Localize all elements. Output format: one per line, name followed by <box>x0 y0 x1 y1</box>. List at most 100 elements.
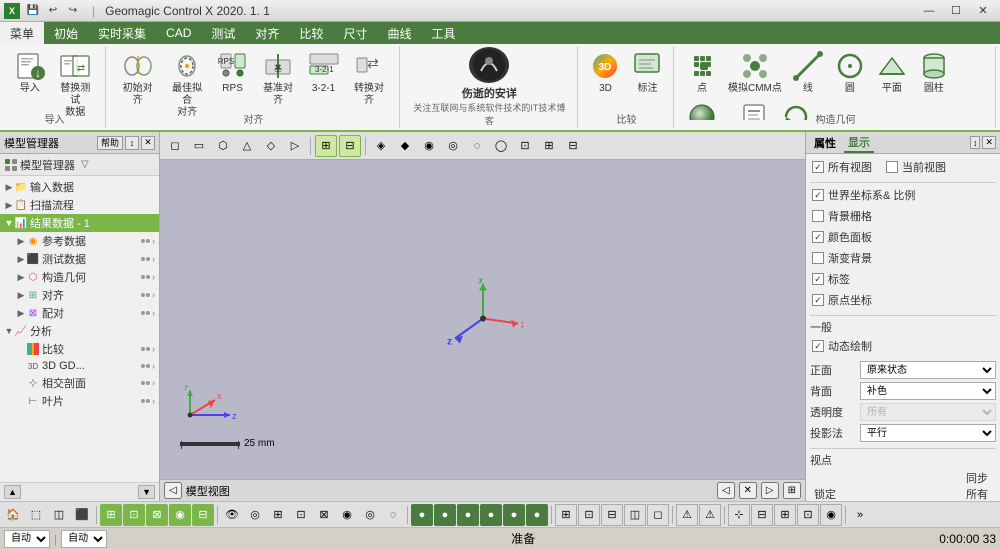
bt-g1[interactable]: ⊞ <box>100 504 122 526</box>
canvas-nav-x[interactable]: ✕ <box>739 482 757 499</box>
bt-measure2[interactable]: ⊟ <box>751 504 773 526</box>
bt-g4[interactable]: ◉ <box>169 504 191 526</box>
init-align-btn[interactable]: 初始对齐 <box>114 48 161 109</box>
color-panel-check[interactable] <box>812 231 824 243</box>
bt-w3[interactable]: ⊟ <box>601 504 623 526</box>
right-close-btn[interactable]: ✕ <box>982 136 996 149</box>
bt-view1-btn[interactable]: ⬚ <box>25 504 47 526</box>
panel-help-btn[interactable]: 帮助 <box>97 136 123 150</box>
bt-warn2[interactable]: ⚠ <box>699 504 721 526</box>
maximize-btn[interactable]: ☐ <box>943 2 969 20</box>
tree-cross-section[interactable]: ⊹ 相交剖面 › <box>0 374 159 392</box>
scroll-up-btn[interactable]: ▲ <box>4 485 21 499</box>
bt-green2[interactable]: ● <box>434 504 456 526</box>
lasso-btn[interactable]: ◉ <box>418 135 440 157</box>
bt-more[interactable]: » <box>849 504 871 526</box>
tab-properties[interactable]: 属性 <box>810 134 840 152</box>
tab-display[interactable]: 显示 <box>844 133 874 153</box>
mode-select-1[interactable]: 自动 <box>4 530 50 548</box>
tree-3dgd[interactable]: 3D 3D GD... › <box>0 358 159 374</box>
canvas-nav-next[interactable]: ▷ <box>761 482 779 499</box>
bt-measure3[interactable]: ⊞ <box>774 504 796 526</box>
world-coords-check[interactable] <box>812 189 824 201</box>
bt-warn1[interactable]: ⚠ <box>676 504 698 526</box>
bt-eye2[interactable]: ◎ <box>244 504 266 526</box>
menu-item-tools[interactable]: 工具 <box>421 22 465 44</box>
bt-w2[interactable]: ⊡ <box>578 504 600 526</box>
canvas-expand-btn[interactable]: ◁ <box>164 482 182 499</box>
select2-btn[interactable]: ◆ <box>394 135 416 157</box>
bt-green1[interactable]: ● <box>411 504 433 526</box>
circle-btn[interactable]: 圆 <box>830 48 870 97</box>
tree-result-1[interactable]: ▼ 📊 结果数据 - 1 <box>0 214 159 232</box>
menu-item-dimension[interactable]: 尺寸 <box>333 22 377 44</box>
menu-item-align[interactable]: 对齐 <box>245 22 289 44</box>
cmm-point-btn[interactable]: 模拟CMM点 <box>724 48 786 97</box>
bt-g3[interactable]: ⊠ <box>146 504 168 526</box>
rect-cross-btn[interactable]: ⊞ <box>538 135 560 157</box>
circle-sel-btn[interactable]: ◎ <box>442 135 464 157</box>
select1-btn[interactable]: ◈ <box>370 135 392 157</box>
menu-item-initial[interactable]: 初始 <box>44 22 88 44</box>
canvas-settings[interactable]: ⊞ <box>783 482 801 499</box>
bt-g2[interactable]: ⊡ <box>123 504 145 526</box>
tree-scan-flow[interactable]: ▶ 📋 扫描流程 <box>0 196 159 214</box>
freehand-btn[interactable]: ◌ <box>466 135 488 157</box>
tree-test-data[interactable]: ▶ ⬛ 测试数据 › <box>0 250 159 268</box>
mode-select-2[interactable]: 自动 <box>61 530 107 548</box>
triangle-btn[interactable]: △ <box>236 135 258 157</box>
bt-w4[interactable]: ◫ <box>624 504 646 526</box>
bt-view3-btn[interactable]: ⬛ <box>71 504 93 526</box>
current-view-check[interactable] <box>886 161 898 173</box>
compare-3d-btn[interactable]: 3D 3D <box>585 48 625 97</box>
menu-item-cad[interactable]: CAD <box>156 22 201 44</box>
inv-sel-btn[interactable]: ⊟ <box>562 135 584 157</box>
dynamic-draw-check[interactable] <box>812 340 824 352</box>
polygon-btn[interactable]: ⬡ <box>212 135 234 157</box>
back-face-select[interactable]: 补色 <box>860 382 996 400</box>
bt-green3[interactable]: ● <box>457 504 479 526</box>
bg-grid-check[interactable] <box>812 210 824 222</box>
bt-home-btn[interactable]: 🏠 <box>2 504 24 526</box>
bt-measure1[interactable]: ⊹ <box>728 504 750 526</box>
cylinder-btn[interactable]: 圆柱 <box>914 48 954 97</box>
rect-select-btn[interactable]: ◻ <box>164 135 186 157</box>
tree-blade[interactable]: ⊢ 叶片 › <box>0 392 159 410</box>
bt-eye8[interactable]: ◌ <box>382 504 404 526</box>
panel-close-btn[interactable]: ✕ <box>141 136 155 150</box>
origin-check[interactable] <box>812 294 824 306</box>
bt-eye3[interactable]: ⊞ <box>267 504 289 526</box>
point-btn[interactable]: 点 <box>682 48 722 97</box>
plane-btn[interactable]: 平面 <box>872 48 912 97</box>
undo-btn[interactable]: ↩ <box>44 3 62 19</box>
menu-item-compare[interactable]: 比较 <box>289 22 333 44</box>
bt-eye6[interactable]: ◉ <box>336 504 358 526</box>
all-views-check[interactable] <box>812 161 824 173</box>
bt-eye4[interactable]: ⊡ <box>290 504 312 526</box>
arrow-btn[interactable]: ▷ <box>284 135 306 157</box>
321-btn[interactable]: 3-2-1 3-2-1 <box>304 48 344 97</box>
tree-input-data[interactable]: ▶ 📁 输入数据 <box>0 178 159 196</box>
bt-measure5[interactable]: ◉ <box>820 504 842 526</box>
tree-construct-geo[interactable]: ▶ ⬡ 构造几何 › <box>0 268 159 286</box>
tree-ref-data[interactable]: ▶ ◉ 参考数据 › <box>0 232 159 250</box>
cross-sel-btn[interactable]: ⊡ <box>514 135 536 157</box>
scroll-down-btn[interactable]: ▼ <box>138 485 155 499</box>
save-btn[interactable]: 💾 <box>24 3 42 19</box>
tree-align[interactable]: ▶ ⊞ 对齐 › <box>0 286 159 304</box>
bt-eye5[interactable]: ⊠ <box>313 504 335 526</box>
bt-g5[interactable]: ⊟ <box>192 504 214 526</box>
main-canvas[interactable]: x y z z <box>160 160 805 479</box>
labels-check[interactable] <box>812 273 824 285</box>
bt-eye7[interactable]: ◎ <box>359 504 381 526</box>
menu-item-menu[interactable]: 菜单 <box>0 22 44 44</box>
projection-select[interactable]: 平行 <box>860 424 996 442</box>
close-btn[interactable]: ✕ <box>970 2 996 20</box>
bt-green6[interactable]: ● <box>526 504 548 526</box>
import-btn[interactable]: ↓ 导入 <box>10 48 50 97</box>
bt-w1[interactable]: ⊞ <box>555 504 577 526</box>
line-btn[interactable]: 线 <box>788 48 828 97</box>
ellipse-btn[interactable]: ◯ <box>490 135 512 157</box>
panel-pin-btn[interactable]: ↕ <box>125 136 139 150</box>
bt-green4[interactable]: ● <box>480 504 502 526</box>
